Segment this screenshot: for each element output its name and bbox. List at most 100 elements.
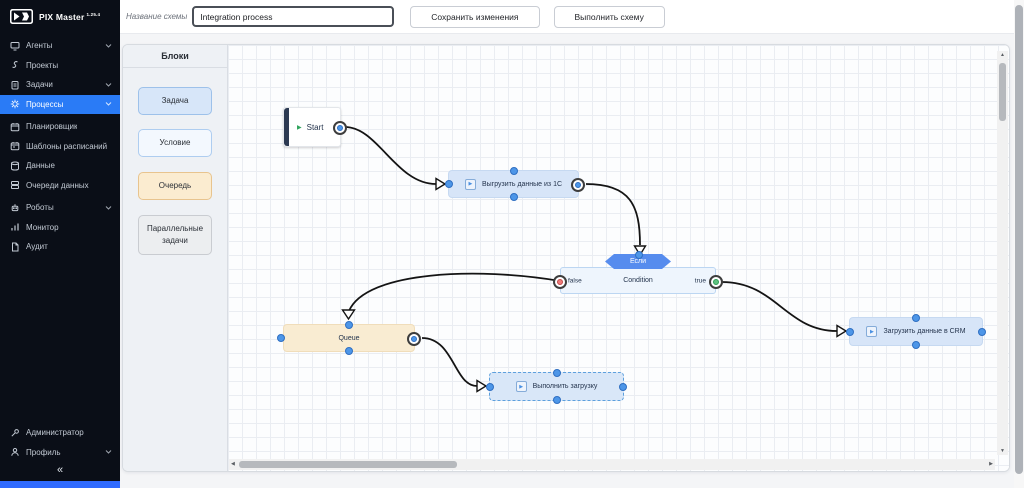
sidebar-item-data-queues[interactable]: Очереди данных xyxy=(0,176,120,196)
bottom-handle[interactable] xyxy=(912,341,920,349)
horizontal-scroll-thumb[interactable] xyxy=(239,461,457,468)
data-queue-icon xyxy=(10,180,20,190)
chevron-down-icon xyxy=(105,450,112,455)
page-scrollbar[interactable] xyxy=(1014,0,1024,488)
top-handle[interactable] xyxy=(510,167,518,175)
true-output-port[interactable] xyxy=(709,275,723,289)
scroll-up-icon[interactable]: ▲ xyxy=(997,51,1008,59)
false-label: false xyxy=(568,277,582,284)
edge-false-to-queue xyxy=(349,274,560,311)
input-handle[interactable] xyxy=(277,334,285,342)
bottom-handle[interactable] xyxy=(553,396,561,404)
user-icon xyxy=(10,447,20,457)
canvas-horizontal-scrollbar[interactable]: ◀ ▶ xyxy=(229,459,995,470)
flow-canvas[interactable]: ▶ Start ▶ Выгрузить данные из 1С Если xyxy=(228,45,1009,471)
sidebar-bottom-accent xyxy=(0,481,120,488)
palette-block-parallel[interactable]: Параллельные задачи xyxy=(138,215,212,255)
scroll-right-icon[interactable]: ▶ xyxy=(989,459,993,470)
bottom-handle[interactable] xyxy=(510,193,518,201)
true-label: true xyxy=(695,277,706,284)
app-version: 1.25.4 xyxy=(86,12,100,17)
input-handle[interactable] xyxy=(846,328,854,336)
collapse-icon: « xyxy=(57,464,63,476)
logo[interactable]: PIX Master1.25.4 xyxy=(0,0,120,24)
bottom-handle[interactable] xyxy=(345,347,353,355)
arrowhead xyxy=(436,179,445,190)
projects-icon xyxy=(10,60,20,70)
sidebar-item-processes[interactable]: Процессы xyxy=(0,95,120,115)
task-play-icon: ▶ xyxy=(866,326,877,337)
canvas-vertical-scrollbar[interactable]: ▲ ▼ xyxy=(997,51,1008,455)
sidebar-item-label: Задачи xyxy=(26,80,53,89)
top-handle[interactable] xyxy=(553,369,561,377)
sidebar-item-tasks[interactable]: Задачи xyxy=(0,75,120,95)
output-handle[interactable] xyxy=(978,328,986,336)
node-label: Выполнить загрузку xyxy=(533,383,598,390)
page-scroll-thumb[interactable] xyxy=(1015,5,1023,474)
main-area: Название схемы Сохранить изменения Выпол… xyxy=(120,0,1024,488)
palette-block-task[interactable]: Задача xyxy=(138,87,212,115)
condition-top-handle[interactable] xyxy=(635,251,643,259)
save-changes-button[interactable]: Сохранить изменения xyxy=(410,6,539,28)
output-port[interactable] xyxy=(333,121,347,135)
sidebar-item-label: Шаблоны расписаний xyxy=(26,142,107,151)
node-export-1c[interactable]: ▶ Выгрузить данные из 1С xyxy=(448,170,579,198)
sidebar-collapse-button[interactable]: « xyxy=(0,462,120,478)
node-start[interactable]: ▶ Start xyxy=(283,107,341,147)
sidebar-item-label: Администратор xyxy=(26,428,84,437)
node-label: Start xyxy=(307,123,324,132)
clipboard-icon xyxy=(10,80,20,90)
sidebar-item-monitor[interactable]: Монитор xyxy=(0,218,120,238)
sidebar-item-audit[interactable]: Аудит xyxy=(0,237,120,257)
input-handle[interactable] xyxy=(445,180,453,188)
wrench-icon xyxy=(10,428,20,438)
schema-name-input[interactable] xyxy=(192,6,394,27)
input-handle[interactable] xyxy=(486,383,494,391)
node-label: Queue xyxy=(338,335,359,342)
sidebar-item-label: Роботы xyxy=(26,203,54,212)
sidebar: PIX Master1.25.4 Агенты Проекты Задачи П… xyxy=(0,0,120,488)
node-label: Condition xyxy=(623,277,653,284)
sidebar-item-scheduler[interactable]: Планировщик xyxy=(0,117,120,137)
sidebar-item-agents[interactable]: Агенты xyxy=(0,36,120,56)
sidebar-item-label: Проекты xyxy=(26,61,58,70)
sidebar-item-profile[interactable]: Профиль xyxy=(0,443,120,463)
vertical-scroll-thumb[interactable] xyxy=(999,63,1006,121)
output-port[interactable] xyxy=(571,178,585,192)
sidebar-item-label: Аудит xyxy=(26,242,48,251)
sidebar-item-projects[interactable]: Проекты xyxy=(0,56,120,76)
edge-1c-to-condition xyxy=(586,184,640,245)
node-queue[interactable]: Queue xyxy=(283,324,415,352)
palette-block-queue[interactable]: Очередь xyxy=(138,172,212,200)
top-handle[interactable] xyxy=(912,314,920,322)
sidebar-item-schedule-templates[interactable]: Шаблоны расписаний xyxy=(0,137,120,157)
play-icon: ▶ xyxy=(297,124,302,131)
scroll-down-icon[interactable]: ▼ xyxy=(997,447,1008,455)
false-output-port[interactable] xyxy=(553,275,567,289)
palette-block-condition[interactable]: Условие xyxy=(138,129,212,157)
node-load-crm[interactable]: ▶ Загрузить данные в CRM xyxy=(849,317,983,346)
top-handle[interactable] xyxy=(345,321,353,329)
run-schema-button[interactable]: Выполнить схему xyxy=(554,6,665,28)
monitor-icon xyxy=(10,41,20,51)
app-title: PIX Master1.25.4 xyxy=(39,12,100,22)
node-run-load[interactable]: ▶ Выполнить загрузку xyxy=(489,372,624,401)
output-handle[interactable] xyxy=(619,383,627,391)
output-port[interactable] xyxy=(407,332,421,346)
sidebar-item-data[interactable]: Данные xyxy=(0,156,120,176)
node-label: Выгрузить данные из 1С xyxy=(482,181,562,188)
node-condition[interactable]: Если false Condition true xyxy=(560,267,716,294)
calendar-template-icon xyxy=(10,141,20,151)
blocks-palette: Блоки Задача Условие Очередь Параллельны… xyxy=(123,45,228,471)
edge-queue-to-run xyxy=(422,338,477,386)
scroll-left-icon[interactable]: ◀ xyxy=(231,459,235,470)
sidebar-footer: Администратор Профиль « xyxy=(0,423,120,478)
arrowhead xyxy=(343,310,355,319)
chevron-down-icon xyxy=(105,205,112,210)
sidebar-item-robots[interactable]: Роботы xyxy=(0,198,120,218)
node-label: Загрузить данные в CRM xyxy=(883,328,965,335)
sidebar-item-label: Процессы xyxy=(26,100,63,109)
sidebar-item-administrator[interactable]: Администратор xyxy=(0,423,120,443)
sidebar-item-label: Очереди данных xyxy=(26,181,89,190)
robot-icon xyxy=(10,203,20,213)
